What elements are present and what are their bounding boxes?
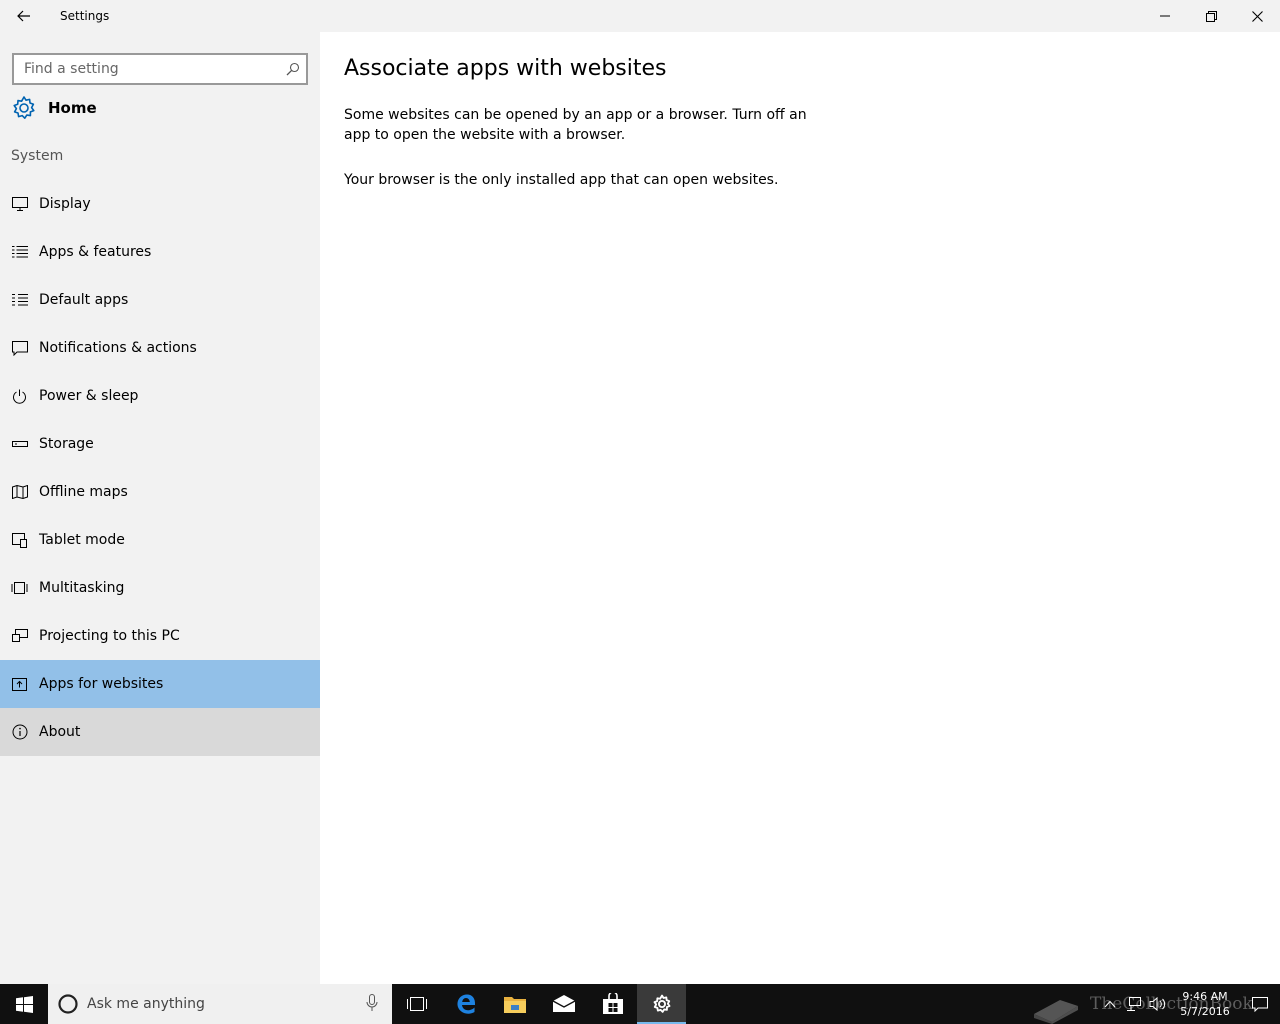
projecting-icon [11,628,28,645]
task-view-button[interactable] [392,984,441,1024]
sidebar-item-label: Multitasking [39,580,125,596]
gear-icon [653,994,670,1013]
file-explorer-button[interactable] [490,984,539,1024]
sidebar-item-label: Tablet mode [39,532,125,548]
sidebar-item-label: Power & sleep [39,388,139,404]
close-button[interactable] [1234,0,1280,32]
sidebar-item-apps-features[interactable]: Apps & features [0,228,320,276]
mail-icon [552,995,575,1012]
microphone-icon[interactable] [366,994,378,1012]
sidebar-item-label: Apps & features [39,244,152,260]
status-message: Your browser is the only installed app t… [344,172,779,188]
home-nav[interactable]: Home [0,88,320,128]
sidebar-item-label: Offline maps [39,484,128,500]
home-label: Home [48,99,97,117]
sidebar-item-label: About [39,724,81,740]
clock[interactable]: 9:46 AM 5/7/2016 [1170,989,1240,1019]
sidebar-item-about[interactable]: About [0,708,320,756]
sidebar-item-label: Notifications & actions [39,340,197,356]
sidebar-item-apps-for-websites[interactable]: Apps for websites [0,660,320,708]
store-button[interactable] [588,984,637,1024]
restore-icon [1205,10,1217,22]
gear-icon [13,96,35,119]
minimize-icon [1160,15,1170,17]
window-controls [1142,0,1280,32]
edge-icon [456,994,475,1014]
cortana-search[interactable] [48,984,392,1024]
store-icon [602,993,623,1014]
mail-button[interactable] [539,984,588,1024]
search-input[interactable] [14,55,280,83]
tablet-icon [11,532,28,549]
sidebar-item-multitasking[interactable]: Multitasking [0,564,320,612]
action-center-icon [1252,996,1268,1012]
sidebar-item-storage[interactable]: Storage [0,420,320,468]
volume-button[interactable] [1146,984,1170,1024]
power-icon [11,388,28,405]
sidebar-item-label: Storage [39,436,94,452]
title-bar: Settings [0,0,1280,32]
cortana-icon [58,994,78,1014]
sidebar-item-power-sleep[interactable]: Power & sleep [0,372,320,420]
chevron-up-icon [1104,1000,1116,1008]
apps-websites-icon [11,676,28,693]
cortana-input[interactable] [87,996,347,1012]
multitasking-icon [11,580,28,597]
back-arrow-icon [17,10,30,22]
notifications-icon [11,340,28,357]
restore-button[interactable] [1188,0,1234,32]
volume-icon [1149,997,1166,1011]
sidebar-item-projecting[interactable]: Projecting to this PC [0,612,320,660]
back-button[interactable] [0,0,48,32]
action-center-button[interactable] [1240,984,1280,1024]
default-apps-icon [11,292,28,309]
section-header-system: System [11,148,64,164]
system-tray: 9:46 AM 5/7/2016 [1098,984,1280,1024]
minimize-button[interactable] [1142,0,1188,32]
sidebar-item-notifications[interactable]: Notifications & actions [0,324,320,372]
folder-icon [503,997,526,1013]
sidebar-item-label: Display [39,196,91,212]
sidebar: Home System Display Apps & features Defa… [0,32,320,984]
page-description: Some websites can be opened by an app or… [344,107,807,143]
start-button[interactable] [0,984,48,1024]
network-button[interactable] [1122,984,1146,1024]
show-hidden-icons-button[interactable] [1098,984,1122,1024]
clock-time: 9:46 AM [1182,990,1228,1003]
main-content: Associate apps with websites Some websit… [320,32,1280,984]
storage-icon [11,436,28,453]
nav-list: Display Apps & features Default apps Not… [0,180,320,756]
book-logo-icon [1034,1000,1078,1024]
network-icon [1127,997,1141,1011]
display-icon [11,196,28,213]
window-title: Settings [60,9,110,23]
map-icon [11,484,28,501]
search-icon[interactable] [280,55,306,83]
sidebar-item-label: Apps for websites [39,676,164,692]
info-icon [11,724,28,741]
sidebar-item-label: Default apps [39,292,129,308]
windows-logo-icon [15,995,33,1013]
sidebar-item-tablet-mode[interactable]: Tablet mode [0,516,320,564]
sidebar-item-label: Projecting to this PC [39,628,180,644]
sidebar-item-default-apps[interactable]: Default apps [0,276,320,324]
edge-button[interactable] [441,984,490,1024]
task-view-icon [406,997,427,1011]
settings-taskbar-button[interactable] [637,984,686,1024]
clock-date: 5/7/2016 [1180,1005,1230,1018]
taskbar: TheCollectionBook 9:46 AM 5/7/2016 [0,984,1280,1024]
sidebar-item-offline-maps[interactable]: Offline maps [0,468,320,516]
apps-features-icon [11,244,28,261]
page-title: Associate apps with websites [344,56,667,81]
search-box [12,53,308,85]
close-icon [1251,10,1263,22]
sidebar-item-display[interactable]: Display [0,180,320,228]
